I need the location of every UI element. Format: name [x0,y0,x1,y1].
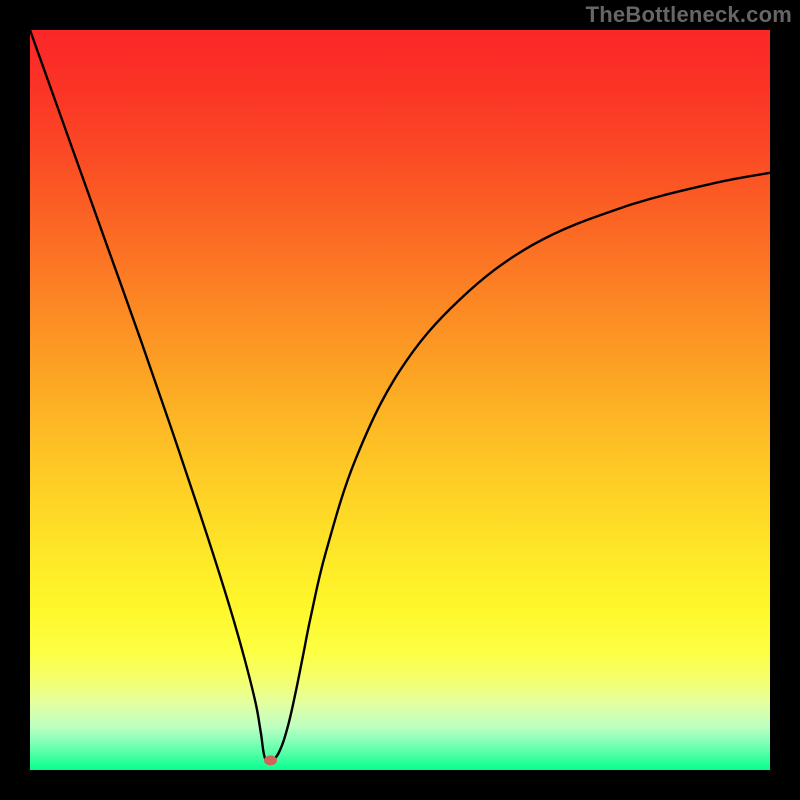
plot-svg [30,30,770,770]
brand-watermark: TheBottleneck.com [586,2,792,28]
optimum-marker [264,755,277,765]
gradient-background [30,30,770,770]
plot-area [30,30,770,770]
chart-frame: TheBottleneck.com [0,0,800,800]
